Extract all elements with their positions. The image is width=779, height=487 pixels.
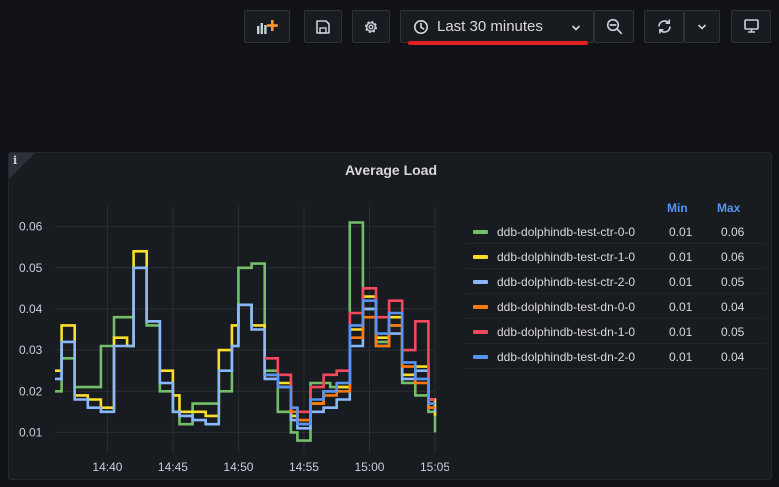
legend-max-value: 0.06 (721, 250, 745, 264)
monitor-icon (743, 19, 759, 33)
legend-min-value: 0.01 (669, 300, 693, 314)
y-tick-label: 0.03 (19, 343, 43, 357)
legend-item[interactable]: ddb-dolphindb-test-ctr-2-0 0.01 0.05 (465, 269, 765, 294)
chart-legend: Min Max ddb-dolphindb-test-ctr-0-0 0.01 … (465, 197, 765, 369)
legend-item[interactable]: ddb-dolphindb-test-dn-1-0 0.01 0.05 (465, 319, 765, 344)
legend-max-value: 0.05 (721, 325, 745, 339)
series-line[interactable] (55, 250, 437, 426)
x-tick-label: 15:05 (420, 460, 449, 474)
x-axis-ticks: 14:40 14:45 14:50 14:55 15:00 15:05 (92, 460, 449, 474)
legend-min-value: 0.01 (669, 250, 693, 264)
legend-series-name[interactable]: ddb-dolphindb-test-ctr-2-0 (497, 275, 635, 289)
refresh-icon (657, 19, 671, 34)
x-tick-label: 15:00 (354, 460, 384, 474)
legend-max-value: 0.04 (721, 350, 745, 364)
view-mode-button[interactable] (731, 10, 771, 43)
save-icon (316, 19, 330, 34)
x-tick-label: 14:50 (223, 460, 253, 474)
gear-icon (364, 20, 378, 33)
x-tick-label: 14:40 (92, 460, 122, 474)
save-dashboard-button[interactable] (304, 10, 342, 43)
legend-color-swatch[interactable] (473, 330, 488, 334)
legend-color-swatch[interactable] (473, 255, 488, 259)
dashboard-toolbar: Last 30 minutes (0, 0, 779, 52)
legend-max-value: 0.04 (721, 300, 745, 314)
legend-color-swatch[interactable] (473, 230, 488, 234)
time-range-picker[interactable]: Last 30 minutes (400, 10, 594, 43)
legend-item[interactable]: ddb-dolphindb-test-dn-2-0 0.01 0.04 (465, 344, 765, 369)
legend-color-swatch[interactable] (473, 305, 488, 309)
y-tick-label: 0.06 (19, 220, 43, 234)
legend-min-value: 0.01 (669, 325, 693, 339)
legend-series-name[interactable]: ddb-dolphindb-test-ctr-0-0 (497, 225, 635, 239)
add-panel-button[interactable] (244, 10, 290, 43)
legend-series-name[interactable]: ddb-dolphindb-test-dn-0-0 (497, 300, 635, 314)
y-tick-label: 0.02 (19, 384, 43, 398)
zoom-out-icon (606, 18, 622, 35)
x-tick-label: 14:45 (158, 460, 188, 474)
legend-series-name[interactable]: ddb-dolphindb-test-dn-2-0 (497, 350, 635, 364)
average-load-chart[interactable]: 0.01 0.02 0.03 0.04 0.05 0.06 14:40 14:45 14:50… (9, 153, 449, 481)
refresh-interval-picker[interactable] (684, 10, 720, 43)
time-range-highlight (408, 41, 588, 45)
time-range-label: Last 30 minutes (437, 18, 543, 35)
refresh-button[interactable] (644, 10, 684, 43)
legend-series-name[interactable]: ddb-dolphindb-test-dn-1-0 (497, 325, 635, 339)
legend-min-header[interactable]: Min (667, 201, 688, 215)
legend-series-name[interactable]: ddb-dolphindb-test-ctr-1-0 (497, 250, 635, 264)
add-panel-icon (257, 19, 278, 34)
legend-max-value: 0.05 (721, 275, 745, 289)
legend-item[interactable]: ddb-dolphindb-test-dn-0-0 0.01 0.04 (465, 294, 765, 319)
legend-color-swatch[interactable] (473, 280, 488, 284)
y-axis-ticks: 0.01 0.02 0.03 0.04 0.05 0.06 (19, 220, 43, 440)
legend-item[interactable]: ddb-dolphindb-test-ctr-1-0 0.01 0.06 (465, 244, 765, 269)
clock-icon (414, 19, 428, 34)
average-load-panel: i Average Load 0.01 0.02 0.03 0.04 0.05 0.06 … (8, 152, 772, 480)
legend-color-swatch[interactable] (473, 355, 488, 359)
chevron-down-icon (697, 23, 707, 30)
y-tick-label: 0.05 (19, 261, 43, 275)
legend-max-value: 0.06 (721, 225, 745, 239)
chevron-down-icon (571, 25, 581, 31)
legend-min-value: 0.01 (669, 350, 693, 364)
legend-min-value: 0.01 (669, 275, 693, 289)
chart-grid (55, 206, 436, 453)
zoom-out-button[interactable] (594, 10, 634, 43)
y-tick-label: 0.04 (19, 302, 43, 316)
x-tick-label: 14:55 (289, 460, 319, 474)
y-tick-label: 0.01 (19, 425, 43, 439)
legend-header: Min Max (465, 197, 765, 219)
legend-min-value: 0.01 (669, 225, 693, 239)
legend-max-header[interactable]: Max (717, 201, 740, 215)
legend-item[interactable]: ddb-dolphindb-test-ctr-0-0 0.01 0.06 (465, 219, 765, 244)
chart-series (55, 221, 437, 442)
dashboard-settings-button[interactable] (352, 10, 390, 43)
series-line[interactable] (55, 266, 437, 430)
